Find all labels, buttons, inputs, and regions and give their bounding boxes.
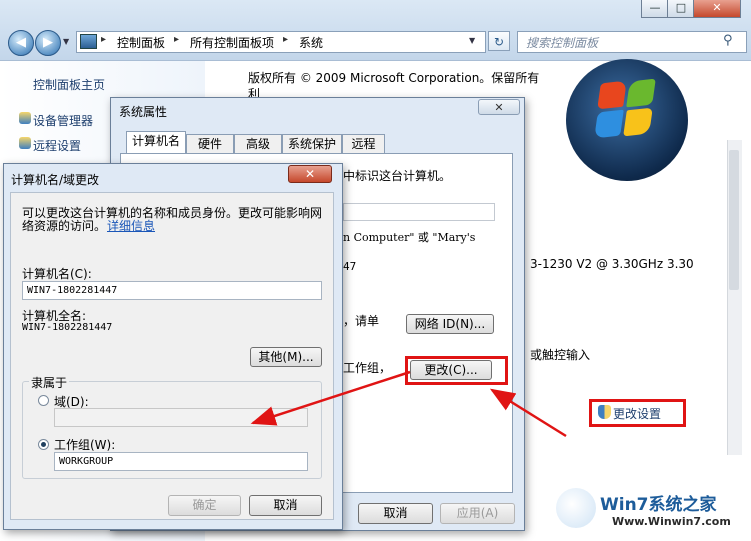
watermark-brand: Win7系统之家 (600, 495, 717, 515)
watermark-url: Www.Winwin7.com (612, 515, 731, 528)
arrow-to-workgroup (250, 370, 411, 426)
arrow-to-change-button (489, 388, 567, 438)
annotation-arrows (250, 370, 567, 438)
watermark-logo-icon (556, 488, 596, 528)
